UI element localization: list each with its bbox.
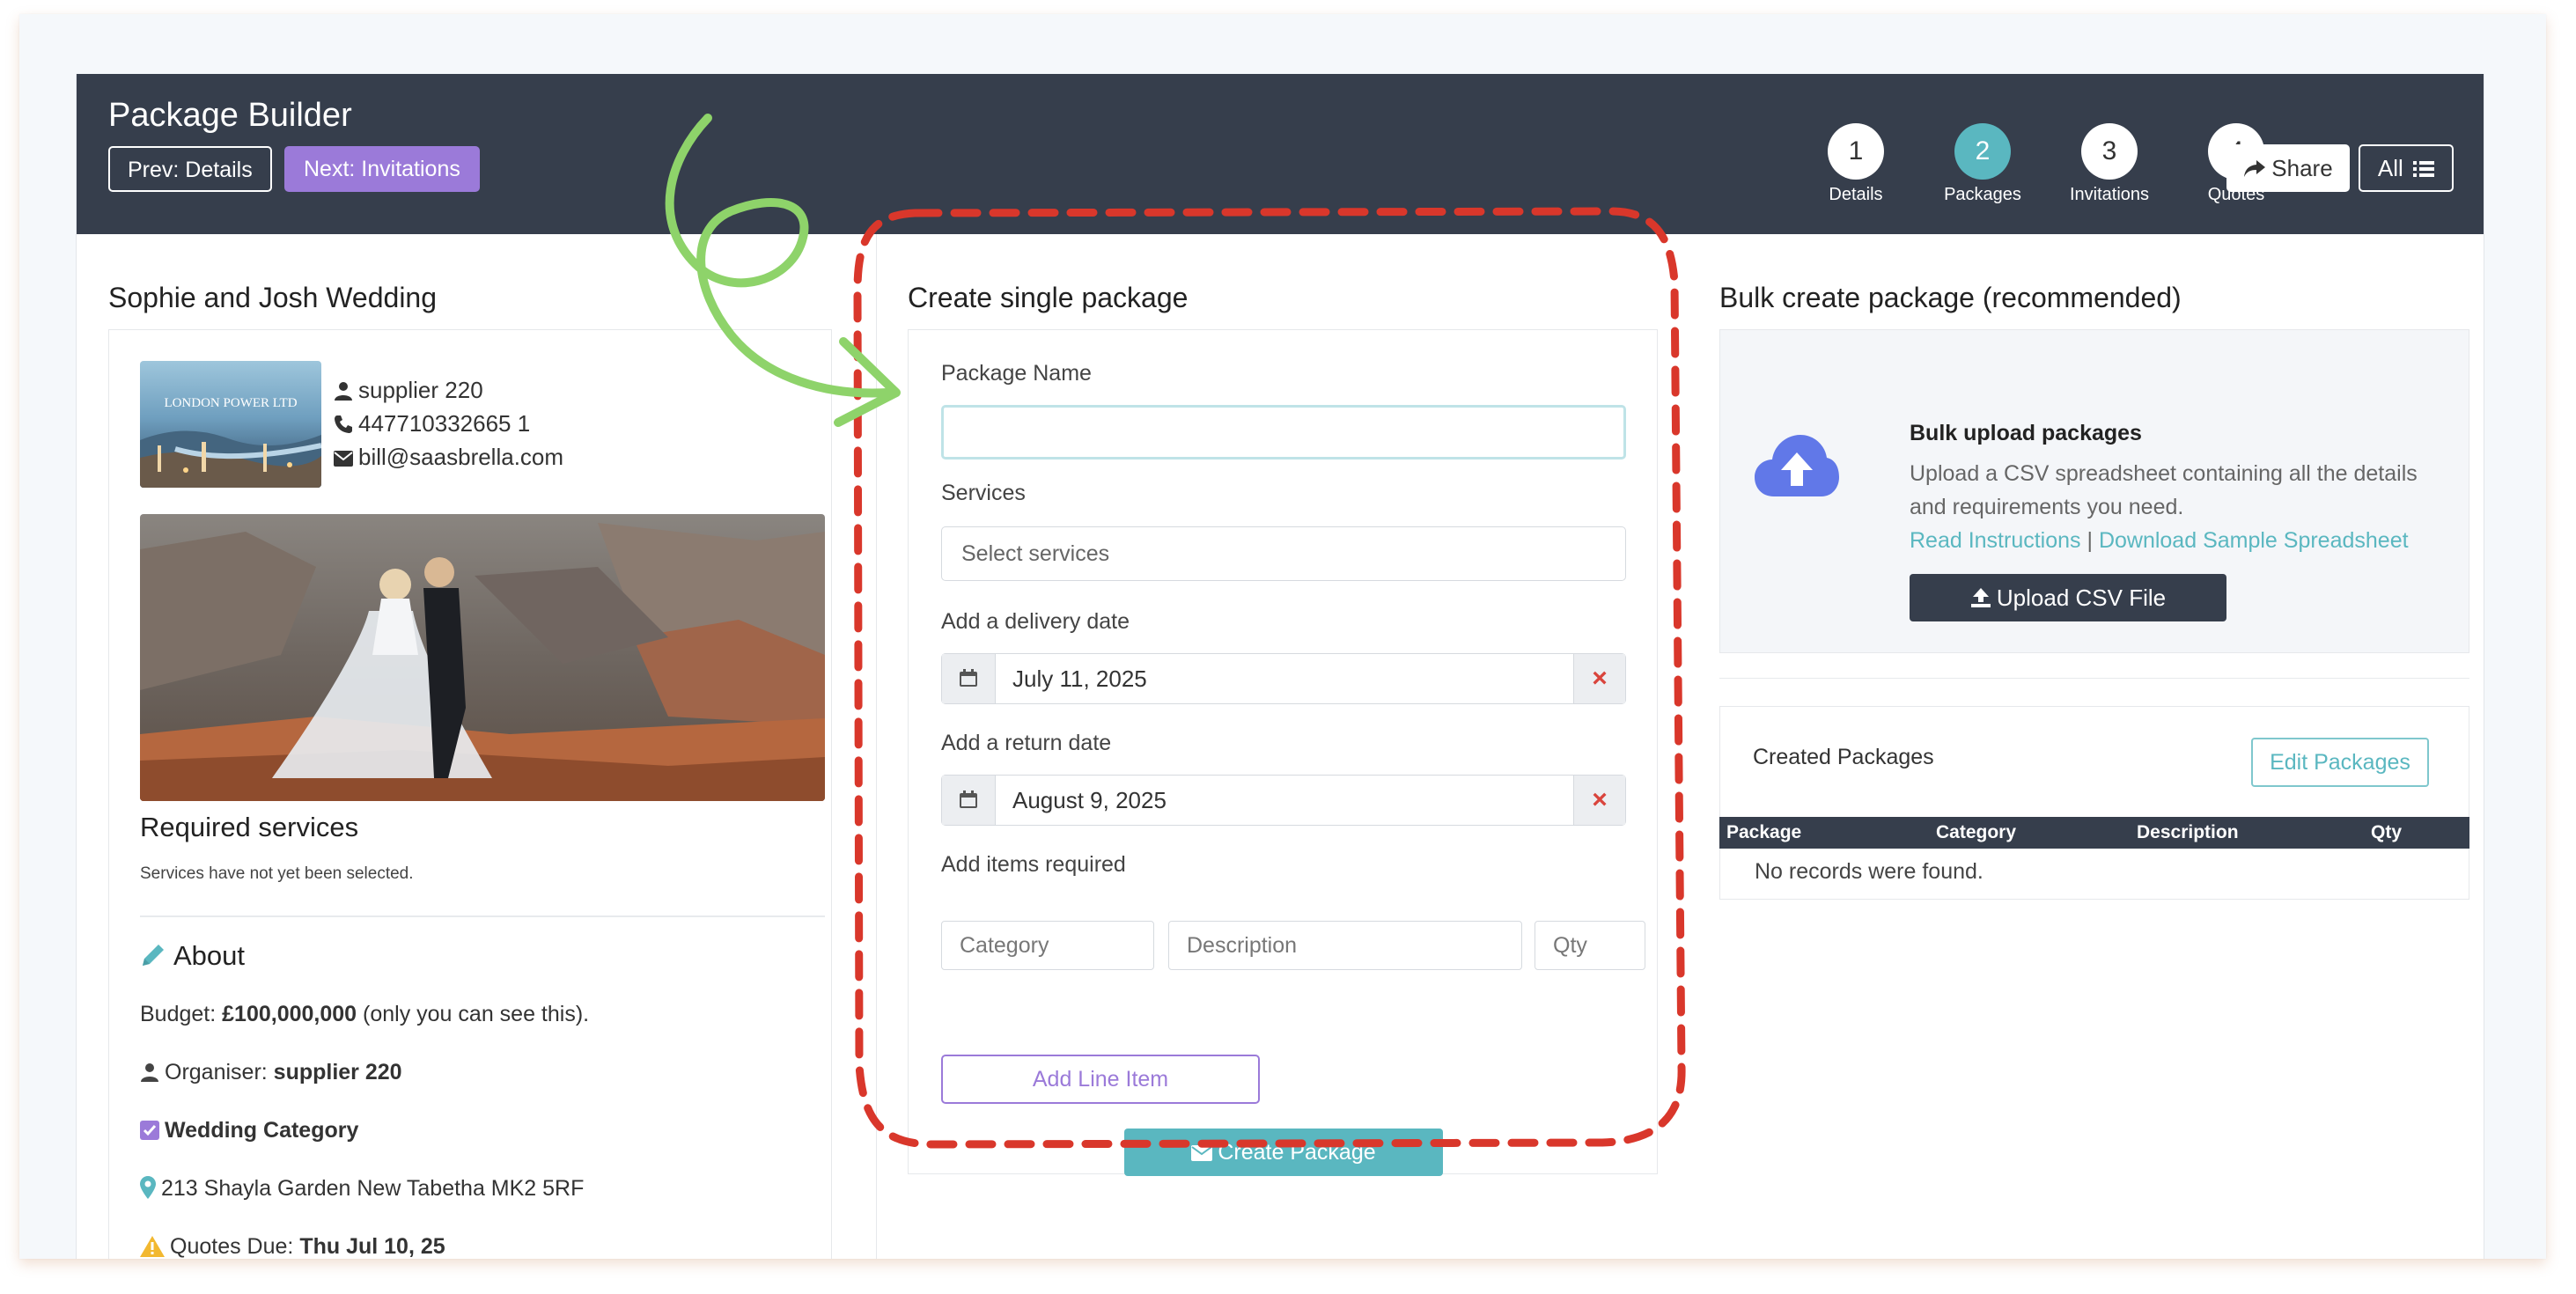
green-arrow-head (834, 337, 901, 427)
highlight-dashed-outline (853, 207, 1686, 1149)
annotation-overlay (665, 114, 1686, 1149)
